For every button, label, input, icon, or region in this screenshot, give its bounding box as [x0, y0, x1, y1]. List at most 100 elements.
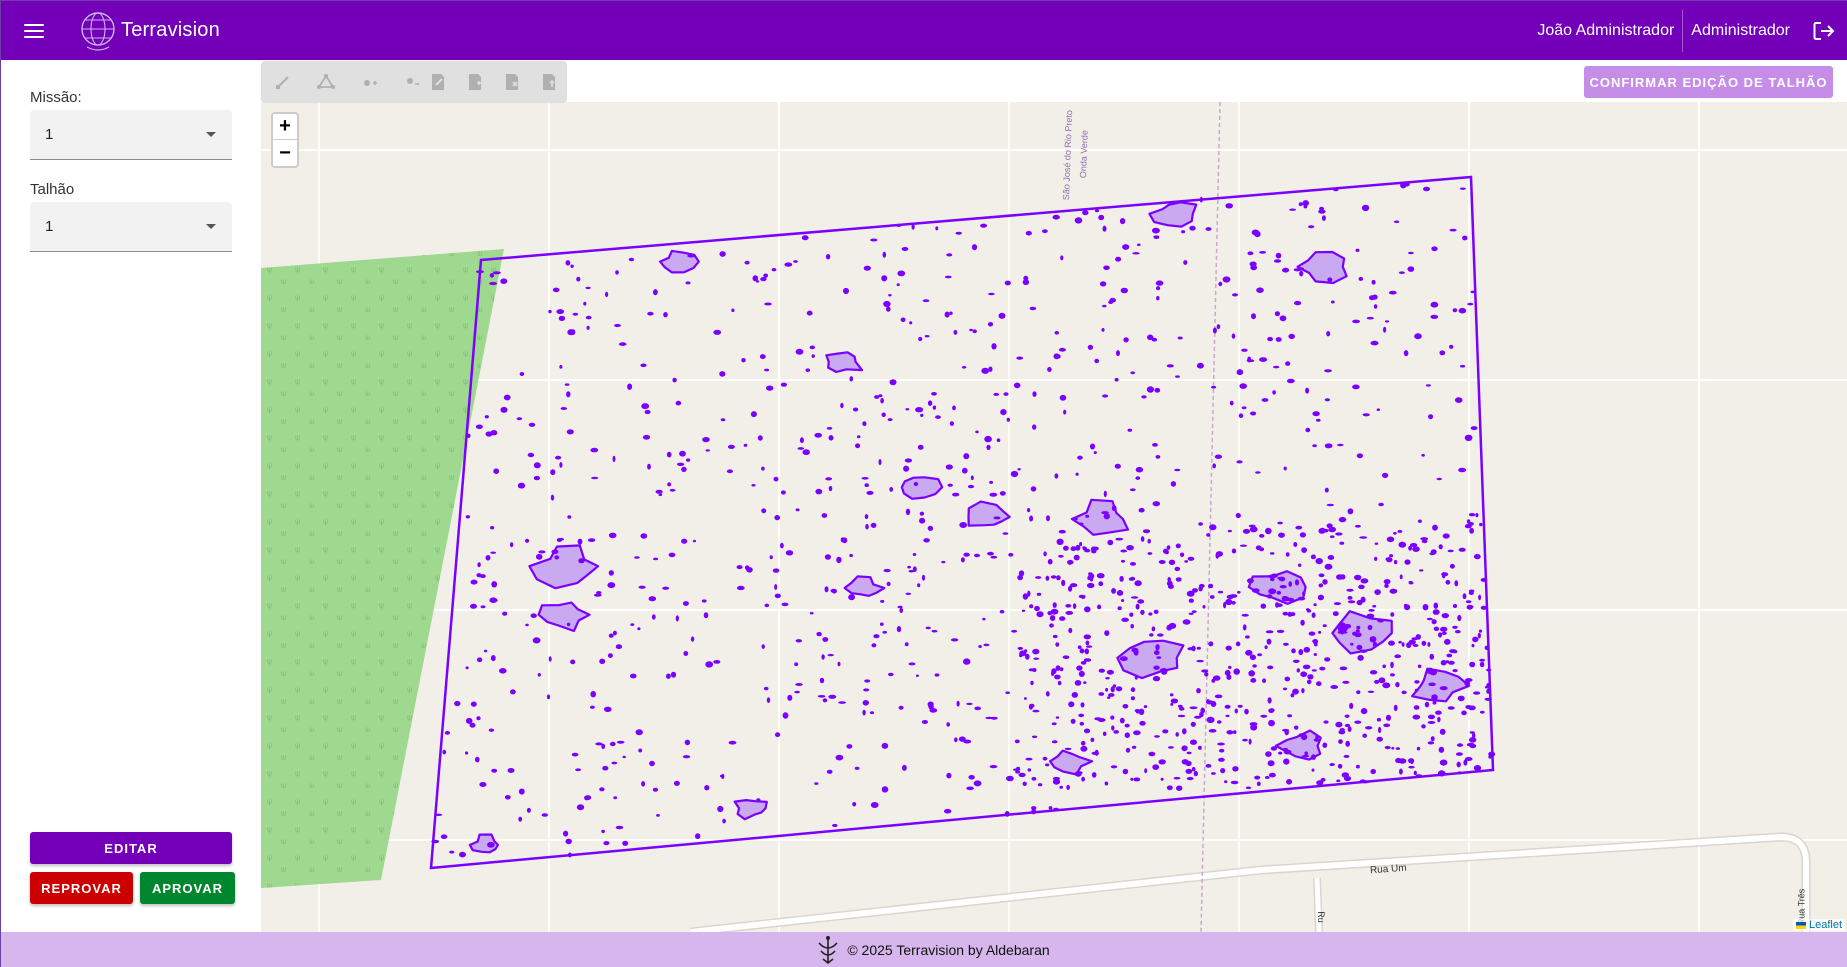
detection-point — [1130, 777, 1134, 781]
detection-point — [888, 294, 892, 297]
add-vertex-tool[interactable] — [348, 61, 392, 103]
detection-polygon[interactable] — [1296, 250, 1348, 285]
detection-point — [1350, 642, 1354, 646]
detection-point — [1154, 650, 1160, 656]
zoom-in-button[interactable]: + — [273, 114, 297, 140]
detection-point — [1017, 468, 1021, 471]
leaflet-link[interactable]: Leaflet — [1809, 919, 1842, 931]
detection-point — [576, 804, 585, 811]
approve-button[interactable]: APROVAR — [140, 872, 235, 904]
detection-point — [1250, 678, 1257, 683]
mission-select[interactable]: 1 — [30, 110, 232, 160]
detection-point — [873, 634, 880, 639]
detection-layer[interactable] — [468, 201, 1471, 854]
detection-point — [1261, 398, 1269, 402]
detection-point — [1478, 629, 1483, 633]
detection-point — [1460, 364, 1466, 368]
detection-point — [1169, 693, 1174, 697]
confirm-plot-edit-button[interactable]: CONFIRMAR EDIÇÃO DE TALHÃO — [1584, 66, 1833, 98]
detection-point — [1468, 513, 1476, 517]
draw-line-icon — [275, 76, 289, 89]
detection-polygon[interactable] — [825, 351, 864, 374]
detection-point — [470, 701, 477, 707]
detection-point — [967, 484, 975, 489]
detection-point — [1347, 726, 1352, 732]
detection-polygon[interactable] — [659, 249, 700, 274]
detection-point — [863, 688, 870, 692]
zoom-out-button[interactable]: − — [273, 140, 297, 166]
detection-point — [1430, 301, 1439, 308]
detection-point — [806, 310, 813, 316]
logout-button[interactable] — [1800, 1, 1847, 60]
detection-point — [1084, 606, 1091, 613]
detection-point — [952, 405, 956, 411]
detection-point — [548, 309, 552, 314]
detection-point — [1372, 641, 1378, 648]
detection-point — [919, 511, 925, 516]
map-canvas[interactable]: ψ ψ — [261, 60, 1847, 932]
detection-point — [822, 637, 829, 642]
detection-point — [676, 462, 685, 466]
menu-button[interactable] — [1, 1, 67, 60]
app-root: Terravision João Administrador Administr… — [0, 0, 1847, 967]
detection-point — [817, 695, 826, 698]
reject-button[interactable]: REPROVAR — [30, 872, 133, 904]
detection-point — [682, 601, 689, 606]
edit-layer-tool[interactable] — [419, 61, 456, 103]
detection-point — [1082, 210, 1089, 216]
detection-point — [1059, 785, 1063, 789]
plot-select[interactable]: 1 — [30, 202, 232, 252]
detection-point — [492, 271, 501, 275]
detection-point — [988, 292, 995, 296]
detection-point — [675, 615, 679, 622]
edit-button[interactable]: EDITAR — [30, 832, 232, 864]
detection-point — [1060, 255, 1064, 261]
detection-point — [1181, 230, 1186, 234]
detection-point — [1425, 384, 1431, 387]
detection-point — [1135, 466, 1144, 473]
detection-point — [1439, 728, 1446, 735]
detection-point — [590, 447, 599, 453]
detection-point — [719, 371, 726, 377]
detection-polygon[interactable] — [1148, 201, 1198, 228]
detection-polygon[interactable] — [967, 500, 1011, 527]
detection-point — [1094, 358, 1100, 364]
detection-point — [881, 786, 889, 793]
detection-polygon[interactable] — [733, 799, 768, 821]
detection-point — [546, 694, 551, 700]
detection-point — [1105, 687, 1109, 692]
upload-layer-tool[interactable] — [530, 61, 567, 103]
detection-point — [533, 462, 541, 469]
detection-point — [809, 345, 815, 350]
detection-point — [1143, 705, 1148, 709]
delete-layer-tool[interactable] — [493, 61, 530, 103]
detection-point — [585, 286, 591, 290]
detection-point — [1216, 720, 1222, 724]
detection-point — [1446, 653, 1453, 658]
add-layer-tool[interactable] — [456, 61, 493, 103]
detection-point — [666, 451, 672, 458]
detection-polygon[interactable] — [537, 601, 591, 633]
detection-point — [1484, 645, 1489, 650]
detection-point — [1264, 776, 1270, 779]
detection-point — [1430, 549, 1437, 555]
detection-point — [1376, 408, 1381, 412]
draw-polygon-tool[interactable] — [305, 61, 349, 103]
detection-point — [727, 444, 735, 449]
detection-point — [1345, 740, 1350, 747]
detection-point — [1032, 391, 1037, 397]
detection-polygon[interactable] — [1049, 749, 1094, 776]
detection-point — [1282, 687, 1288, 691]
map-view[interactable]: ψ ψ — [261, 60, 1847, 932]
detection-point — [1354, 574, 1362, 581]
detection-point — [1198, 586, 1203, 592]
detection-polygon[interactable] — [1070, 498, 1130, 536]
draw-line-tool[interactable] — [261, 61, 305, 103]
detection-point — [1050, 575, 1057, 579]
detection-point — [1107, 696, 1111, 699]
detection-polygon[interactable] — [900, 476, 944, 500]
detection-point — [946, 772, 952, 779]
detection-polygon[interactable] — [843, 575, 886, 597]
detection-point — [878, 394, 883, 398]
detection-point — [1076, 665, 1083, 671]
